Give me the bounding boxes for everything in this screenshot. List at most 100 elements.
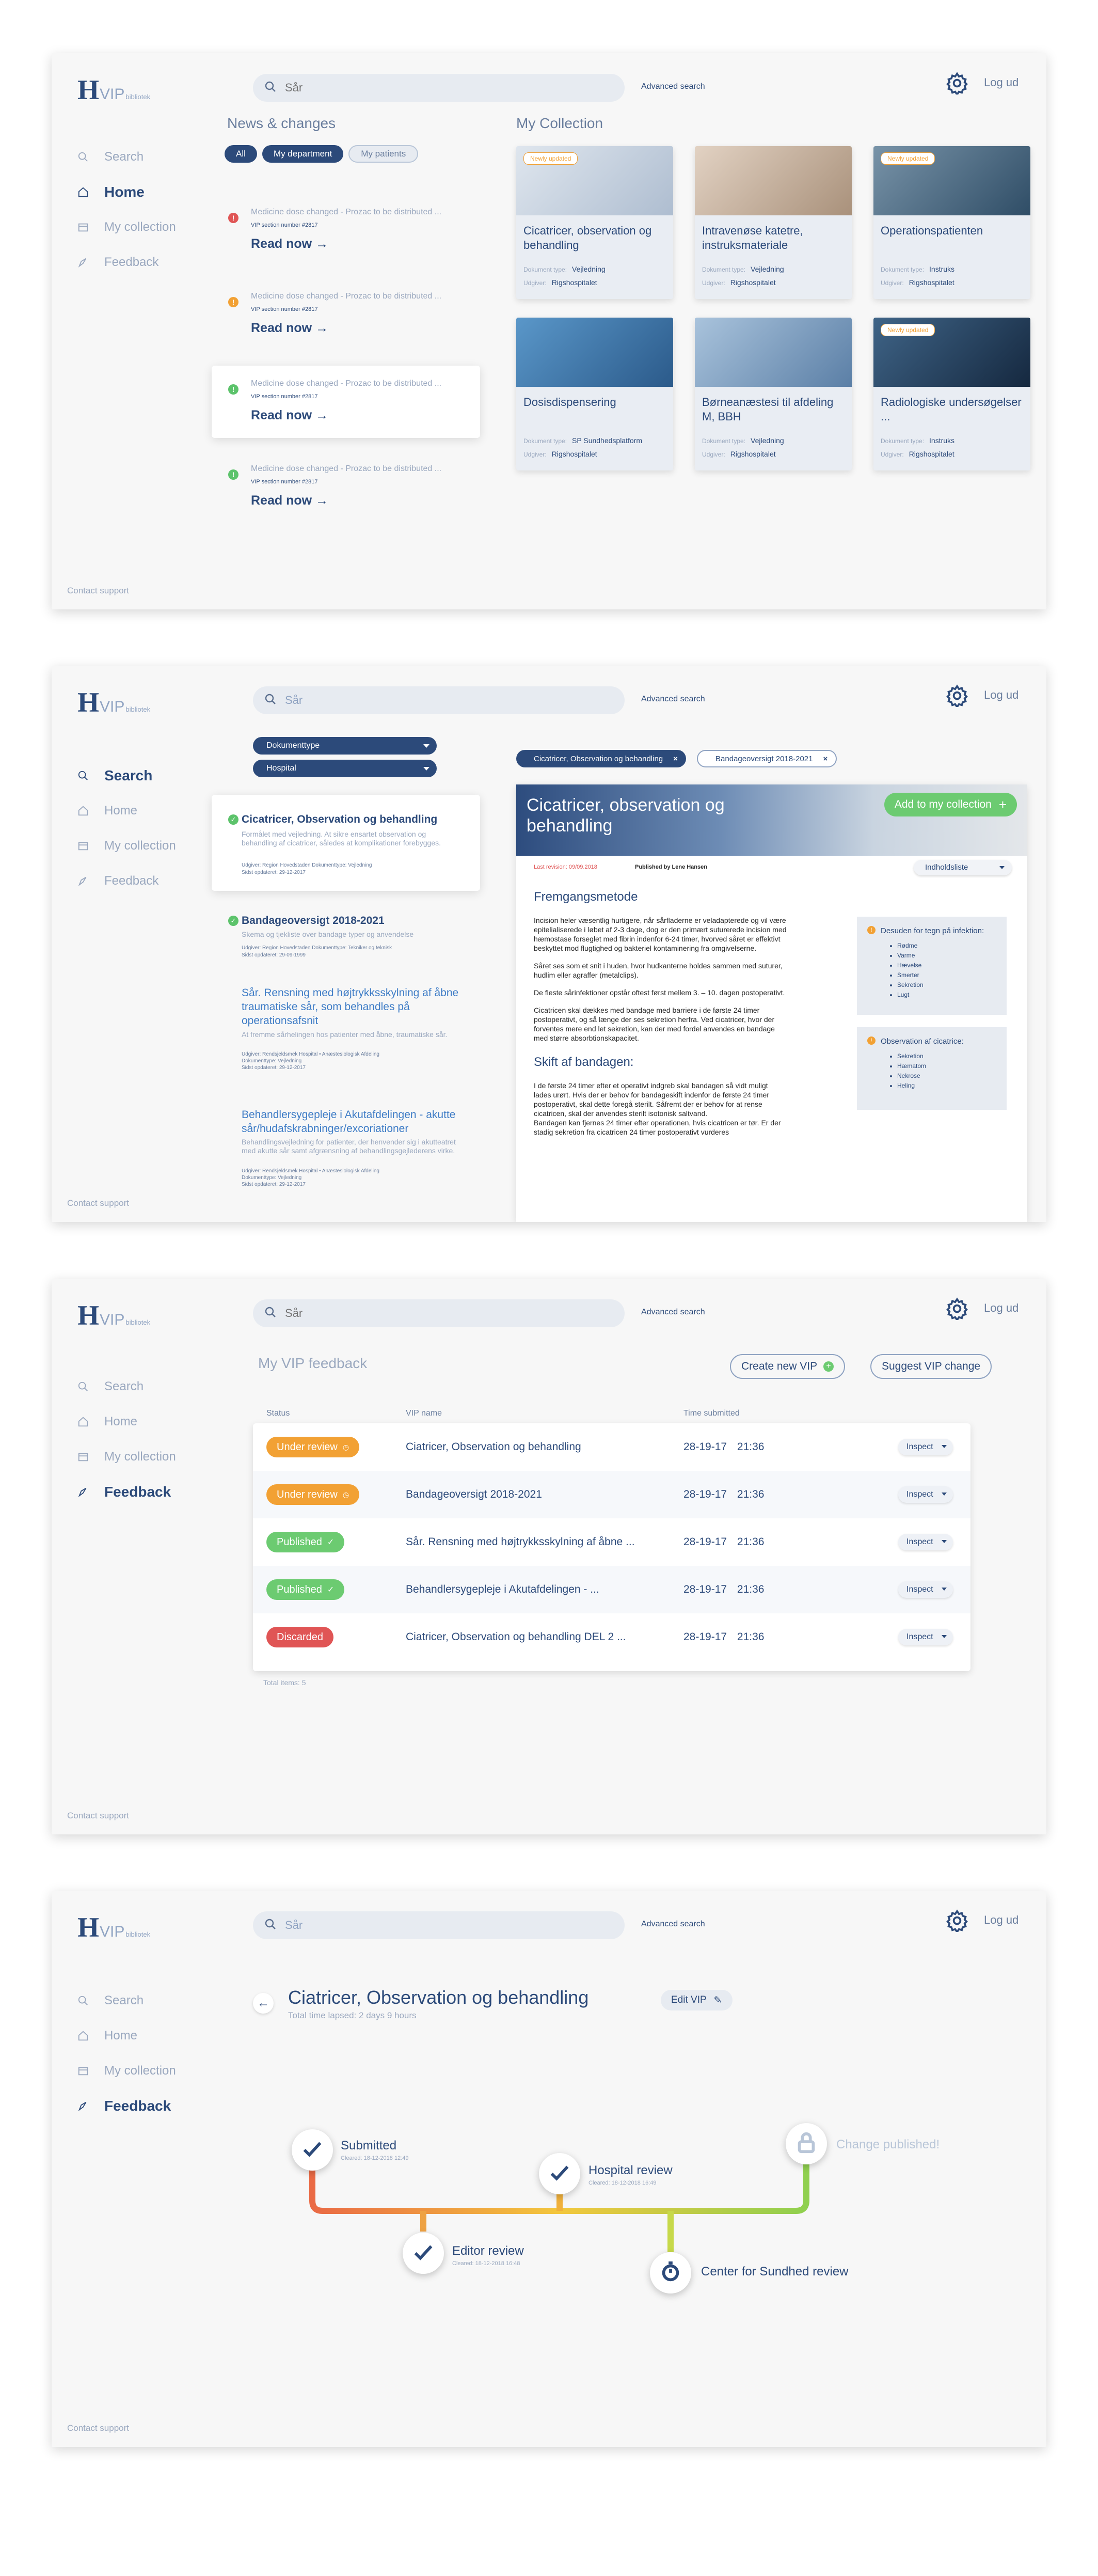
read-now-link[interactable]: Read now →: [251, 493, 328, 508]
step-submitted-node[interactable]: [292, 2129, 333, 2171]
collection-card[interactable]: Børneanæstesi til afdeling M, BBH Dokume…: [695, 318, 852, 470]
read-now-link[interactable]: Read now →: [251, 408, 328, 423]
collection-card[interactable]: Newly updated Radiologiske undersøgelser…: [873, 318, 1030, 470]
nav-item-feedback[interactable]: Feedback: [77, 1483, 176, 1501]
vip-name[interactable]: Sår. Rensning med højtrykksskylning af å…: [406, 1536, 635, 1548]
advanced-search-link[interactable]: Advanced search: [641, 695, 705, 704]
result-title[interactable]: Sår. Rensning med højtrykksskylning af å…: [242, 986, 469, 1028]
nav-item-collection[interactable]: My collection: [77, 218, 176, 236]
search-result[interactable]: ✓ Cicatricer, Observation og behandling …: [212, 795, 480, 891]
filter-chip[interactable]: Bandageoversigt 2018-2021 ×: [697, 750, 837, 767]
table-row[interactable]: Discarded Ciatricer, Observation og beha…: [253, 1613, 970, 1661]
search-bar[interactable]: [253, 74, 625, 102]
search-result[interactable]: ✓ Bandageoversigt 2018-2021 Skema og tje…: [212, 914, 480, 965]
logo[interactable]: H VIP bibliotek: [77, 686, 150, 718]
nav-item-home[interactable]: Home: [77, 1413, 176, 1431]
nav-item-search[interactable]: Search: [77, 767, 176, 784]
close-icon[interactable]: ×: [823, 755, 828, 763]
news-item[interactable]: ! Medicine dose changed - Prozac to be d…: [212, 366, 480, 438]
nav-item-home[interactable]: Home: [77, 183, 176, 201]
nav-item-feedback[interactable]: Feedback: [77, 872, 176, 890]
news-item[interactable]: ! Medicine dose changed - Prozac to be d…: [212, 194, 480, 266]
inspect-button[interactable]: Inspect: [898, 1486, 953, 1503]
logo[interactable]: H VIP bibliotek: [77, 1299, 150, 1331]
table-row[interactable]: Under review ◷ Bandageoversigt 2018-2021 …: [253, 1471, 970, 1518]
read-now-link[interactable]: Read now →: [251, 237, 328, 252]
news-item[interactable]: ! Medicine dose changed - Prozac to be d…: [212, 278, 480, 351]
alert-icon: !: [228, 213, 238, 223]
hospital-select[interactable]: Hospital: [253, 760, 437, 777]
inspect-button[interactable]: Inspect: [898, 1629, 953, 1645]
logo[interactable]: H VIP bibliotek: [77, 74, 150, 106]
sidebar: H VIP bibliotek Search Home My collectio…: [52, 1279, 201, 1834]
collection-card[interactable]: Intravenøse katetre, instruksmateriale D…: [695, 146, 852, 299]
logout-link[interactable]: Log ud: [984, 1301, 1019, 1315]
nav-item-search[interactable]: Search: [77, 148, 176, 166]
contact-support[interactable]: Contact support: [67, 1198, 129, 1208]
nav-item-search[interactable]: Search: [77, 1378, 176, 1395]
nav-label: Home: [104, 804, 138, 818]
filter-all[interactable]: All: [225, 145, 257, 163]
paragraph: Cicatricen skal dækkes med bandage med b…: [534, 1006, 775, 1042]
nav-label: Search: [104, 767, 153, 783]
inspect-button[interactable]: Inspect: [898, 1534, 953, 1550]
inspect-button[interactable]: Inspect: [898, 1439, 953, 1455]
filter-chip[interactable]: Cicatricer, Observation og behandling ×: [516, 750, 686, 767]
step-editor-node[interactable]: [403, 2233, 444, 2274]
step-published-node[interactable]: [786, 2123, 827, 2164]
gear-icon[interactable]: [946, 72, 968, 97]
search-bar[interactable]: [253, 686, 625, 714]
filter-my-patients[interactable]: My patients: [348, 145, 419, 163]
advanced-search-link[interactable]: Advanced search: [641, 1308, 705, 1317]
step-center-node[interactable]: [650, 2252, 691, 2294]
news-item[interactable]: ! Medicine dose changed - Prozac to be d…: [212, 451, 480, 523]
check-icon: ✓: [327, 1585, 335, 1594]
logout-link[interactable]: Log ud: [984, 76, 1019, 89]
table-row[interactable]: Published ✓ Behandlersygepleje i Akutafde…: [253, 1566, 970, 1613]
vip-name[interactable]: Behandlersygepleje i Akutafdelingen - ..…: [406, 1583, 599, 1596]
nav-item-collection[interactable]: My collection: [77, 837, 176, 855]
filter-my-department[interactable]: My department: [262, 145, 344, 163]
logout-link[interactable]: Log ud: [984, 688, 1019, 702]
search-input[interactable]: [285, 81, 595, 95]
result-title[interactable]: Bandageoversigt 2018-2021: [242, 914, 469, 928]
status-label: Published: [277, 1583, 322, 1595]
nav-item-home[interactable]: Home: [77, 802, 176, 820]
result-title[interactable]: Cicatricer, Observation og behandling: [242, 812, 469, 826]
nav-label: My collection: [104, 1450, 176, 1464]
search-result[interactable]: Behandlersygepleje i Akutafdelingen - ak…: [212, 1108, 480, 1201]
search-bar[interactable]: [253, 1299, 625, 1327]
nav-item-feedback[interactable]: Feedback: [77, 254, 176, 271]
advanced-search-link[interactable]: Advanced search: [641, 82, 705, 91]
inspect-button[interactable]: Inspect: [898, 1581, 953, 1598]
search-result[interactable]: Sår. Rensning med højtrykksskylning af å…: [212, 986, 480, 1079]
nav-item-collection[interactable]: My collection: [77, 1448, 176, 1466]
table-row[interactable]: Under review ◷ Ciatricer, Observation og …: [253, 1423, 970, 1471]
result-title[interactable]: Behandlersygepleje i Akutafdelingen - ak…: [242, 1108, 469, 1136]
table-row[interactable]: Published ✓ Sår. Rensning med højtrykkssk…: [253, 1518, 970, 1566]
toc-select[interactable]: Indholdsliste: [914, 860, 1012, 875]
document-type-select[interactable]: Dokumenttype: [253, 737, 437, 755]
step-hospital-node[interactable]: [539, 2153, 580, 2194]
collection-card[interactable]: Newly updated Operationspatienten Dokume…: [873, 146, 1030, 299]
close-icon[interactable]: ×: [673, 755, 678, 763]
gear-icon[interactable]: [946, 684, 968, 709]
collection-card[interactable]: Dosisdispensering Dokument type: SP Sundh…: [516, 318, 673, 470]
read-now-link[interactable]: Read now →: [251, 321, 328, 336]
vip-name[interactable]: Ciatricer, Observation og behandling: [406, 1441, 581, 1453]
card-title: Dosisdispensering: [523, 396, 616, 409]
search-input[interactable]: [285, 694, 595, 707]
box-list: Rødme Varme Hævelse Smerter Sekretion Lu…: [897, 941, 996, 1000]
collection-card[interactable]: Newly updated Cicatricer, observation og…: [516, 146, 673, 299]
add-to-collection-button[interactable]: Add to my collection +: [884, 793, 1017, 816]
search-icon: [264, 693, 277, 708]
search-input[interactable]: [285, 1307, 595, 1320]
create-vip-button[interactable]: Create new VIP +: [730, 1354, 846, 1379]
vip-name[interactable]: Ciatricer, Observation og behandling DEL…: [406, 1631, 626, 1643]
suggest-change-button[interactable]: Suggest VIP change: [870, 1354, 992, 1379]
contact-support[interactable]: Contact support: [67, 1811, 129, 1821]
vip-name[interactable]: Bandageoversigt 2018-2021: [406, 1488, 542, 1501]
gear-icon[interactable]: [946, 1297, 968, 1322]
status-badge: Under review ◷: [266, 1484, 360, 1505]
contact-support[interactable]: Contact support: [67, 586, 129, 596]
